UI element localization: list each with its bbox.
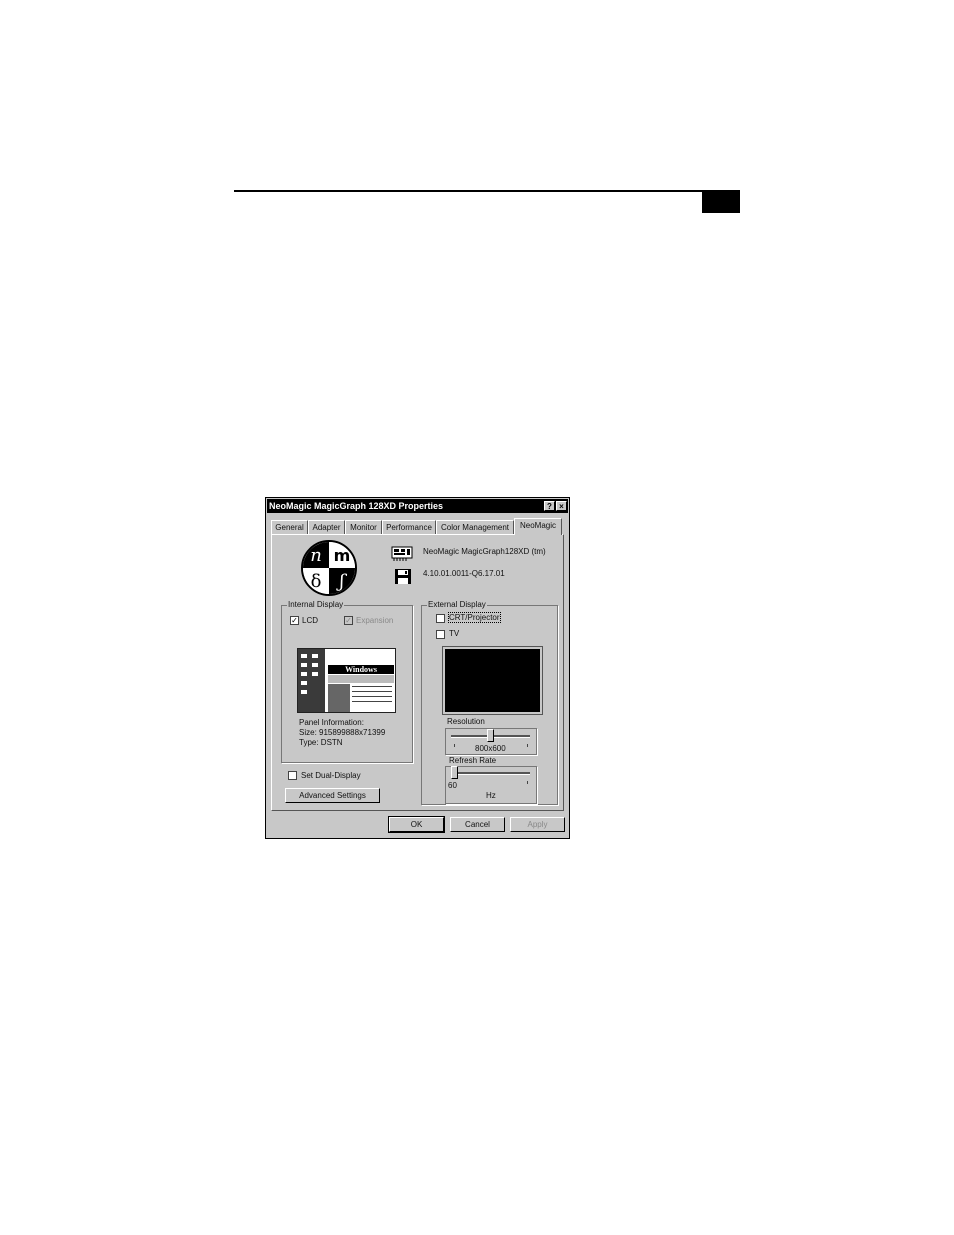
lcd-label: LCD <box>302 616 319 625</box>
tab-performance[interactable]: Performance <box>382 520 436 534</box>
resolution-label: Resolution <box>447 717 485 726</box>
refresh-rate-value: 60 <box>448 781 457 790</box>
tab-monitor[interactable]: Monitor <box>345 520 382 534</box>
ok-button[interactable]: OK <box>388 816 445 833</box>
panel-type: Type: DSTN <box>299 738 343 747</box>
tab-neomagic[interactable]: NeoMagic <box>514 518 562 535</box>
logo-quadrant-delta: δ <box>303 568 329 594</box>
logo-quadrant-m: m <box>329 542 355 568</box>
resolution-value: 800x600 <box>475 744 506 753</box>
refresh-slider-thumb[interactable] <box>451 766 458 779</box>
expansion-label: Expansion <box>356 616 394 625</box>
crt-projector-checkbox[interactable] <box>436 614 445 623</box>
panel-size: Size: 915899888x71399 <box>299 728 386 737</box>
resolution-slider-thumb[interactable] <box>487 729 494 742</box>
tab-color-management[interactable]: Color Management <box>436 520 514 534</box>
internal-display-label: Internal Display <box>287 600 345 609</box>
adapter-name: NeoMagic MagicGraph128XD (tm) <box>423 547 546 556</box>
refresh-track <box>451 772 530 775</box>
adapter-card-icon <box>391 546 413 561</box>
desktop-preview-image: Windows <box>297 648 396 713</box>
panel-info-label: Panel Information: <box>299 718 364 727</box>
cancel-button[interactable]: Cancel <box>450 817 505 832</box>
tv-label: TV <box>449 629 460 638</box>
dual-display-checkbox[interactable] <box>288 771 297 780</box>
preview-title: Windows <box>328 665 394 674</box>
properties-dialog: NeoMagic MagicGraph 128XD Properties ? ×… <box>265 497 570 839</box>
page-tab-marker <box>702 192 740 213</box>
dialog-title: NeoMagic MagicGraph 128XD Properties <box>269 501 444 511</box>
driver-version: 4.10.01.0011-Q6.17.01 <box>423 569 505 578</box>
external-monitor-preview <box>443 647 542 714</box>
logo-quadrant-n: n <box>303 542 329 568</box>
header-rule <box>234 190 740 192</box>
tab-adapter[interactable]: Adapter <box>308 520 345 534</box>
refresh-rate-label: Refresh Rate <box>449 756 497 765</box>
title-bar: NeoMagic MagicGraph 128XD Properties ? × <box>267 499 568 513</box>
close-button[interactable]: × <box>556 501 567 511</box>
tv-checkbox[interactable] <box>436 630 445 639</box>
refresh-rate-unit: Hz <box>486 791 496 800</box>
expansion-checkbox[interactable]: ✓ <box>344 616 353 625</box>
help-button[interactable]: ? <box>544 501 555 511</box>
tab-general[interactable]: General <box>271 520 308 534</box>
apply-button[interactable]: Apply <box>510 817 565 832</box>
crt-projector-label: CRT/Projector <box>448 612 501 623</box>
logo-quadrant-integral: ʃ <box>329 568 355 594</box>
neomagic-logo: n m δ ʃ <box>301 540 357 596</box>
floppy-disk-icon <box>395 569 411 584</box>
external-display-label: External Display <box>427 600 487 609</box>
advanced-settings-button[interactable]: Advanced Settings <box>285 788 380 803</box>
dual-display-label: Set Dual-Display <box>301 771 361 780</box>
lcd-checkbox[interactable]: ✓ <box>290 616 299 625</box>
